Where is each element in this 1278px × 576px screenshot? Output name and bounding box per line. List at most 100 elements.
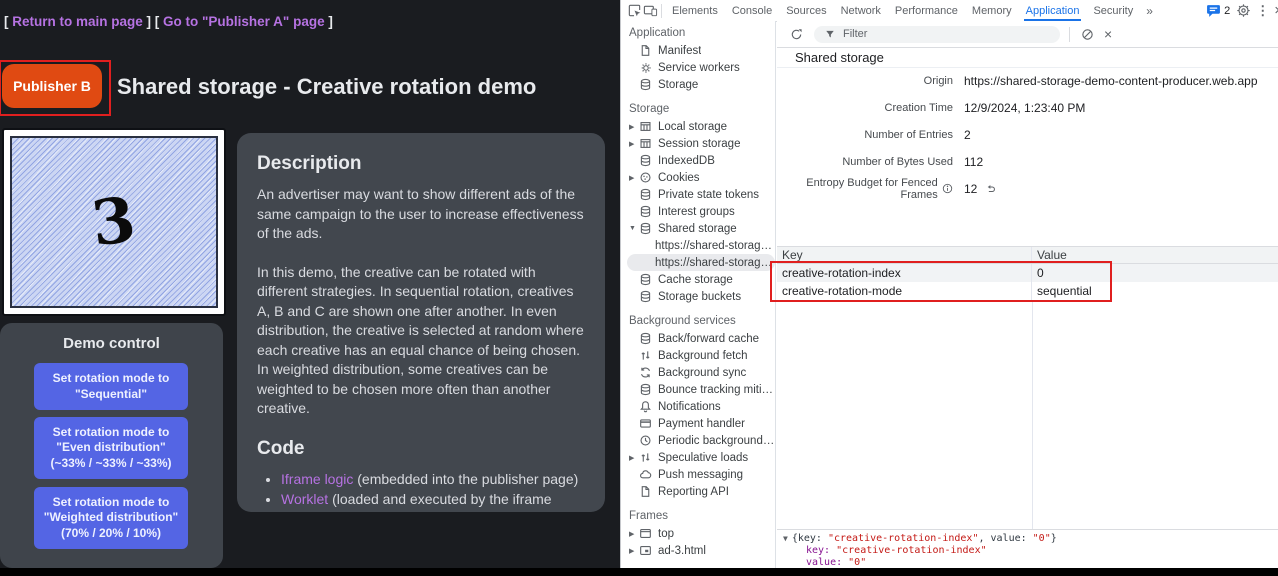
- tab-memory[interactable]: Memory: [965, 0, 1019, 21]
- code-link-worklet[interactable]: Worklet: [281, 491, 328, 507]
- expanded-triangle-icon[interactable]: ▼: [629, 225, 639, 232]
- clear-all-icon[interactable]: [1079, 26, 1095, 42]
- sidebar-item-label: Payment handler: [658, 418, 745, 430]
- close-devtools-icon[interactable]: ×: [1274, 3, 1278, 18]
- sidebar-item-storage[interactable]: Storage: [621, 76, 775, 93]
- sidebar-item-private-state-tokens[interactable]: Private state tokens: [621, 186, 775, 203]
- sidebar-item-cache-storage[interactable]: Cache storage: [621, 271, 775, 288]
- preview-property: key: "creative-rotation-index": [806, 545, 1278, 557]
- bracket-text: ]: [325, 14, 333, 29]
- database-icon: [639, 154, 653, 168]
- sidebar-item-top[interactable]: ▶top: [621, 525, 775, 542]
- publisher-a-page-link[interactable]: Go to "Publisher A" page: [163, 14, 325, 29]
- sidebar-item-https-shared-storage-d[interactable]: https://shared-storage-d...: [627, 254, 775, 271]
- tab-network[interactable]: Network: [834, 0, 888, 21]
- set-sequential-button[interactable]: Set rotation mode to"Sequential": [34, 363, 188, 410]
- sidebar-item-back-forward-cache[interactable]: Back/forward cache: [621, 330, 775, 347]
- collapsed-triangle-icon[interactable]: ▶: [629, 530, 639, 538]
- sidebar-item-shared-storage[interactable]: ▼Shared storage: [621, 220, 775, 237]
- settings-gear-icon[interactable]: [1235, 3, 1251, 19]
- sidebar-item-push-messaging[interactable]: Push messaging: [621, 466, 775, 483]
- tab-application[interactable]: Application: [1019, 0, 1087, 21]
- storage-table-rows: creative-rotation-index0creative-rotatio…: [777, 264, 1278, 300]
- sidebar-item-service-workers[interactable]: Service workers: [621, 59, 775, 76]
- sidebar-item-label: Back/forward cache: [658, 333, 759, 345]
- sidebar-item-background-sync[interactable]: Background sync: [621, 364, 775, 381]
- code-list-item: Iframe logic (embedded into the publishe…: [281, 470, 585, 490]
- more-tabs-button[interactable]: »: [1140, 0, 1159, 21]
- sidebar-item-interest-groups[interactable]: Interest groups: [621, 203, 775, 220]
- sidebar-item-cookies[interactable]: ▶Cookies: [621, 169, 775, 186]
- reset-budget-icon[interactable]: [985, 183, 997, 195]
- iframe-icon: [639, 544, 653, 558]
- tab-console[interactable]: Console: [725, 0, 779, 21]
- database-icon: [639, 332, 653, 346]
- sidebar-item-periodic-background-s[interactable]: Periodic background s...: [621, 432, 775, 449]
- sidebar-item-background-fetch[interactable]: Background fetch: [621, 347, 775, 364]
- description-heading: Description: [257, 153, 585, 175]
- set-even-distribution-button[interactable]: Set rotation mode to"Even distribution"(…: [34, 417, 188, 479]
- collapsed-triangle-icon[interactable]: ▶: [629, 547, 639, 555]
- shared-storage-metadata: Originhttps://shared-storage-demo-conten…: [777, 67, 1278, 202]
- sidebar-item-https-shared-storage-d[interactable]: https://shared-storage-d...: [621, 237, 775, 254]
- column-header-value[interactable]: Value: [1032, 247, 1278, 263]
- sync-icon: [639, 366, 653, 380]
- sidebar-item-label: Interest groups: [658, 206, 735, 218]
- publisher-badge: Publisher B: [2, 64, 102, 108]
- inspect-element-icon[interactable]: [626, 3, 642, 19]
- sidebar-item-bounce-tracking-mitiga[interactable]: Bounce tracking mitiga...: [621, 381, 775, 398]
- sidebar-item-notifications[interactable]: Notifications: [621, 398, 775, 415]
- tab-elements[interactable]: Elements: [665, 0, 725, 21]
- set-weighted-distribution-button[interactable]: Set rotation mode to"Weighted distributi…: [34, 487, 188, 549]
- tab-sources[interactable]: Sources: [779, 0, 833, 21]
- sidebar-item-speculative-loads[interactable]: ▶Speculative loads: [621, 449, 775, 466]
- tab-performance[interactable]: Performance: [888, 0, 965, 21]
- refresh-icon[interactable]: [788, 26, 804, 42]
- file-icon: [639, 44, 653, 58]
- kebab-menu-icon[interactable]: ⋮: [1256, 3, 1269, 19]
- sidebar-item-reporting-api[interactable]: Reporting API: [621, 483, 775, 500]
- metadata-label: Number of Bytes Used: [777, 156, 953, 168]
- tab-security[interactable]: Security: [1086, 0, 1140, 21]
- database-icon: [639, 188, 653, 202]
- preview-object-line[interactable]: ▼{key: "creative-rotation-index", value:…: [783, 533, 1278, 545]
- sidebar-item-label: https://shared-storage-d...: [655, 240, 775, 252]
- info-icon[interactable]: [942, 183, 953, 195]
- return-main-page-link[interactable]: Return to main page: [12, 14, 143, 29]
- metadata-row: Originhttps://shared-storage-demo-conten…: [777, 67, 1278, 94]
- sidebar-item-label: Notifications: [658, 401, 721, 413]
- sidebar-item-indexeddb[interactable]: IndexedDB: [621, 152, 775, 169]
- sidebar-item-payment-handler[interactable]: Payment handler: [621, 415, 775, 432]
- sidebar-item-label: Storage buckets: [658, 291, 741, 303]
- device-toolbar-icon[interactable]: [642, 3, 658, 19]
- filter-funnel-icon: [822, 26, 838, 42]
- code-link-iframe-logic[interactable]: Iframe logic: [281, 471, 353, 487]
- metadata-value: 12/9/2024, 1:23:40 PM: [964, 101, 1085, 115]
- database-icon: [639, 290, 653, 304]
- sidebar-item-ad-3-html[interactable]: ▶ad-3.html: [621, 542, 775, 559]
- sidebar-item-local-storage[interactable]: ▶Local storage: [621, 118, 775, 135]
- sidebar-item-label: Manifest: [658, 45, 701, 57]
- collapsed-triangle-icon[interactable]: ▶: [629, 454, 639, 462]
- collapsed-triangle-icon[interactable]: ▶: [629, 123, 639, 131]
- collapsed-triangle-icon[interactable]: ▶: [629, 140, 639, 148]
- description-paragraph-2: In this demo, the creative can be rotate…: [257, 263, 585, 419]
- collapsed-triangle-icon[interactable]: ▶: [629, 174, 639, 182]
- sidebar-item-manifest[interactable]: Manifest: [621, 42, 775, 59]
- column-header-key[interactable]: Key: [777, 247, 1032, 263]
- devtools-main-panel: Filter × Shared storage Originhttps://sh…: [777, 21, 1278, 576]
- issues-icon[interactable]: [1205, 3, 1221, 19]
- sidebar-item-storage-buckets[interactable]: Storage buckets: [621, 288, 775, 305]
- table-row-creative-rotation-mode[interactable]: creative-rotation-modesequential: [777, 282, 1278, 300]
- filter-input[interactable]: Filter: [814, 26, 1060, 43]
- frame-icon: [639, 527, 653, 541]
- preview-token: {key:: [792, 533, 828, 544]
- demo-control-panel: Demo control Set rotation mode to"Sequen…: [0, 323, 223, 568]
- code-list-item: Worklet (loaded and executed by the ifra…: [281, 490, 585, 512]
- metadata-value: 12: [964, 182, 997, 196]
- delete-selected-icon[interactable]: ×: [1104, 27, 1112, 41]
- sidebar-item-session-storage[interactable]: ▶Session storage: [621, 135, 775, 152]
- expand-triangle-icon[interactable]: ▼: [783, 534, 788, 543]
- table-row-creative-rotation-index[interactable]: creative-rotation-index0: [777, 264, 1278, 282]
- page-nav: [ Return to main page ] [ Go to "Publish…: [4, 14, 333, 29]
